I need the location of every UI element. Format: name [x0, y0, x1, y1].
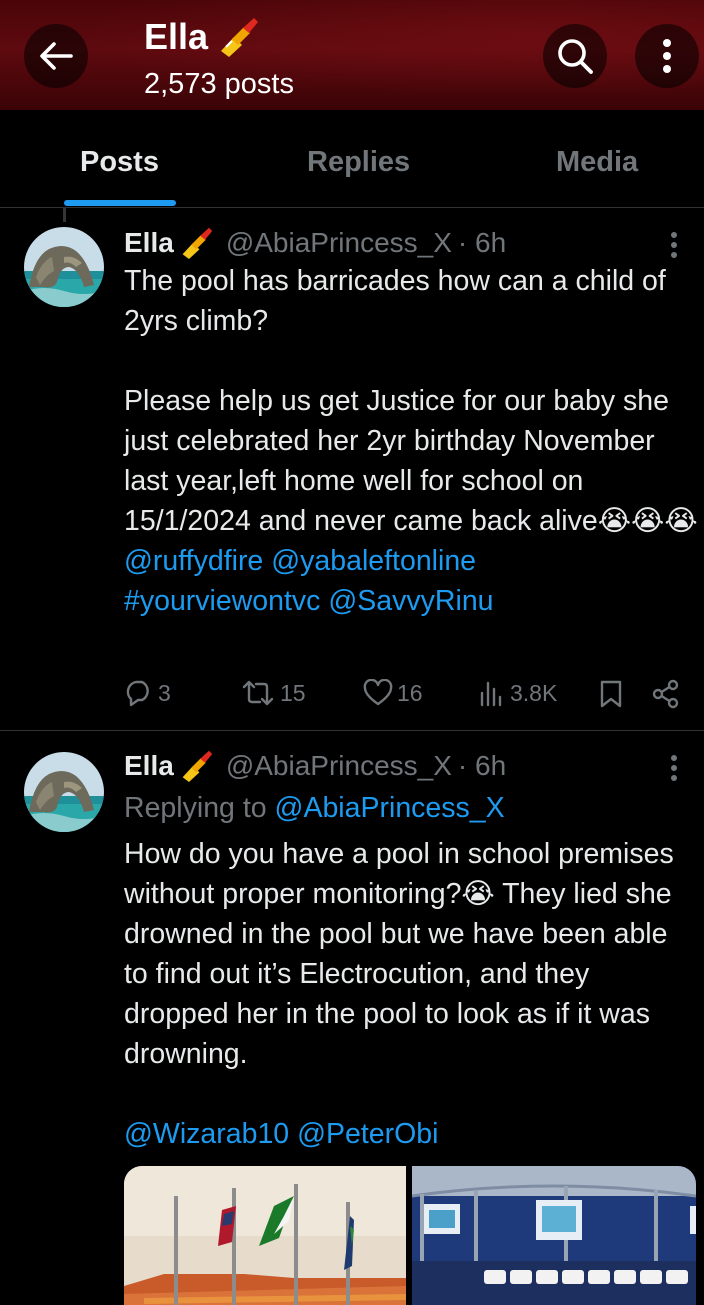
- vertical-dots-icon: [671, 755, 677, 781]
- author-handle[interactable]: @AbiaPrincess_X: [226, 227, 452, 259]
- bookmark-button[interactable]: [598, 679, 624, 709]
- lipstick-emoji-icon: [182, 227, 213, 259]
- mention-link[interactable]: @ruffydfire: [124, 545, 263, 577]
- tweet-more-button[interactable]: [670, 231, 678, 264]
- tweet-body: How do you have a pool in school premise…: [124, 838, 682, 1070]
- avatar-image: [24, 227, 104, 307]
- reply-icon: [126, 680, 149, 707]
- posts-count: 2,573 posts: [144, 68, 294, 100]
- replying-prefix: Replying to: [124, 792, 267, 824]
- lipstick-emoji-icon: [182, 750, 213, 782]
- search-button[interactable]: [543, 24, 607, 88]
- tweet-text: How do you have a pool in school premise…: [124, 834, 699, 1154]
- avatar-image: [24, 752, 104, 832]
- reply-button[interactable]: 3: [124, 679, 171, 707]
- replying-to-link[interactable]: @AbiaPrincess_X: [275, 792, 505, 824]
- views-count: 3.8K: [510, 679, 558, 706]
- tab-replies[interactable]: Replies: [307, 146, 410, 179]
- profile-tabs: Posts Replies Media: [0, 110, 704, 208]
- analytics-icon: [480, 681, 502, 707]
- like-count: 16: [397, 679, 423, 706]
- vertical-dots-icon: [663, 39, 671, 73]
- avatar[interactable]: [24, 752, 104, 832]
- mention-link[interactable]: @PeterObi: [297, 1118, 438, 1150]
- author-name[interactable]: Ella: [124, 750, 174, 782]
- vertical-dots-icon: [671, 232, 677, 258]
- tweet[interactable]: Ella @AbiaPrincess_X · 6h Replying to @A…: [0, 732, 704, 1305]
- tweet[interactable]: Ella @AbiaPrincess_X · 6h The pool has b…: [0, 209, 704, 731]
- profile-title: Ella: [144, 16, 260, 58]
- lipstick-emoji-icon: [221, 18, 259, 57]
- author-name[interactable]: Ella: [124, 227, 174, 259]
- hashtag-link[interactable]: #yourviewontvc: [124, 585, 320, 617]
- repost-icon: [242, 680, 274, 706]
- heart-icon: [363, 679, 393, 706]
- share-icon: [652, 679, 679, 709]
- back-button[interactable]: [24, 24, 88, 88]
- tweet-header: Ella @AbiaPrincess_X · 6h: [124, 227, 506, 259]
- tweet-text: The pool has barricades how can a child …: [124, 261, 699, 621]
- more-options-button[interactable]: [635, 24, 699, 88]
- mention-link[interactable]: @yabaleftonline: [271, 545, 476, 577]
- like-button[interactable]: 16: [363, 679, 423, 707]
- mention-link[interactable]: @SavvyRinu: [328, 585, 493, 617]
- bookmark-icon: [600, 680, 622, 708]
- search-icon: [558, 39, 593, 74]
- tab-posts[interactable]: Posts: [80, 146, 159, 179]
- arrow-left-icon: [40, 42, 73, 70]
- share-button[interactable]: [651, 679, 681, 709]
- tweet-more-button[interactable]: [670, 754, 678, 787]
- profile-name: Ella: [144, 16, 209, 57]
- mention-link[interactable]: @Wizarab10: [124, 1118, 289, 1150]
- tweet-time[interactable]: · 6h: [458, 750, 506, 782]
- profile-header: Ella 2,573 posts: [0, 0, 704, 110]
- views-button[interactable]: 3.8K: [478, 679, 557, 707]
- replying-to: Replying to @AbiaPrincess_X: [124, 792, 505, 825]
- tweet-header: Ella @AbiaPrincess_X · 6h: [124, 750, 506, 782]
- reply-count: 3: [158, 679, 171, 706]
- active-tab-indicator: [64, 200, 176, 206]
- media-images: [124, 1166, 696, 1305]
- repost-count: 15: [280, 679, 306, 706]
- tab-media[interactable]: Media: [556, 146, 638, 179]
- repost-button[interactable]: 15: [240, 679, 306, 707]
- tweet-actions: 3 15 16 3.8K: [124, 679, 684, 715]
- tweet-body: The pool has barricades how can a child …: [124, 265, 698, 537]
- avatar[interactable]: [24, 227, 104, 307]
- tweet-media[interactable]: [124, 1166, 696, 1305]
- tweet-time[interactable]: · 6h: [458, 227, 506, 259]
- author-handle[interactable]: @AbiaPrincess_X: [226, 750, 452, 782]
